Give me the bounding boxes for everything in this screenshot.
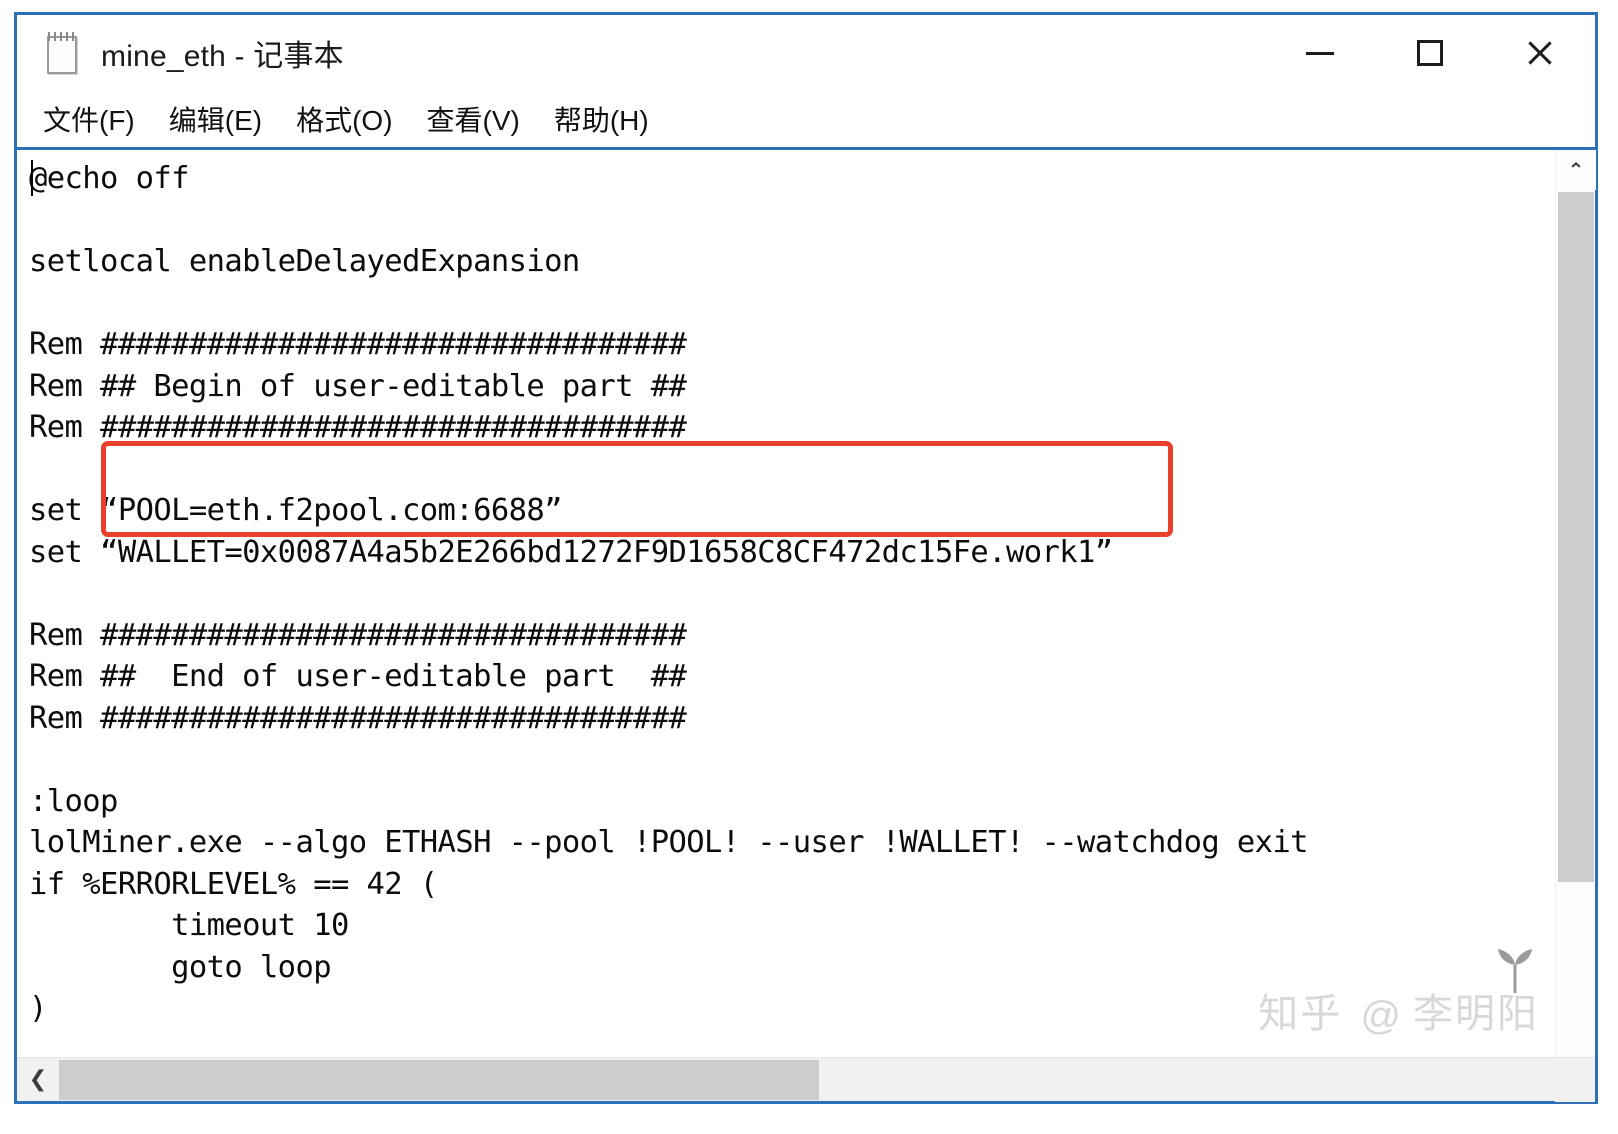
scroll-left-icon[interactable]: ❮ — [17, 1058, 59, 1102]
leaf-icon — [1498, 949, 1532, 993]
editor-area: @echo off setlocal enableDelayedExpansio… — [17, 147, 1596, 1102]
notepad-icon — [43, 30, 83, 76]
minimize-button[interactable] — [1265, 15, 1375, 91]
maximize-button[interactable] — [1375, 15, 1485, 91]
maximize-icon — [1417, 40, 1443, 66]
minimize-icon — [1306, 51, 1334, 55]
watermark-at: @ — [1360, 994, 1403, 1038]
title-bar[interactable]: mine_eth - 记事本 — [17, 15, 1595, 91]
notepad-window: mine_eth - 记事本 文件(F) 编辑(E) 格式(O) 查看(V) 帮… — [14, 12, 1598, 1104]
watermark: 知乎 @ 李明阳 — [1258, 949, 1539, 1039]
close-button[interactable] — [1485, 15, 1595, 91]
horizontal-scroll-thumb[interactable] — [59, 1059, 819, 1100]
text-caret — [31, 160, 33, 196]
window-controls — [1265, 15, 1595, 91]
menu-format[interactable]: 格式(O) — [296, 99, 392, 139]
menu-view[interactable]: 查看(V) — [427, 99, 520, 139]
scroll-up-icon[interactable]: ⌃ — [1556, 150, 1596, 190]
window-title: mine_eth - 记事本 — [101, 40, 344, 73]
text-editor[interactable]: @echo off setlocal enableDelayedExpansio… — [17, 150, 1555, 1057]
menu-help[interactable]: 帮助(H) — [554, 99, 649, 139]
vertical-scrollbar[interactable]: ⌃ — [1555, 150, 1596, 1057]
close-icon — [1525, 38, 1555, 68]
menu-edit[interactable]: 编辑(E) — [169, 99, 262, 139]
menu-file[interactable]: 文件(F) — [43, 99, 135, 139]
scrollbar-corner — [1555, 1058, 1595, 1102]
vertical-scroll-thumb[interactable] — [1558, 192, 1594, 882]
menu-bar: 文件(F) 编辑(E) 格式(O) 查看(V) 帮助(H) — [17, 91, 1595, 147]
watermark-site: 知乎 — [1258, 992, 1343, 1036]
horizontal-scrollbar[interactable]: ❮ — [17, 1057, 1595, 1102]
screen: mine_eth - 记事本 文件(F) 编辑(E) 格式(O) 查看(V) 帮… — [0, 0, 1618, 1134]
script-text[interactable]: @echo off setlocal enableDelayedExpansio… — [29, 158, 1555, 1030]
editor-row: @echo off setlocal enableDelayedExpansio… — [17, 150, 1596, 1057]
